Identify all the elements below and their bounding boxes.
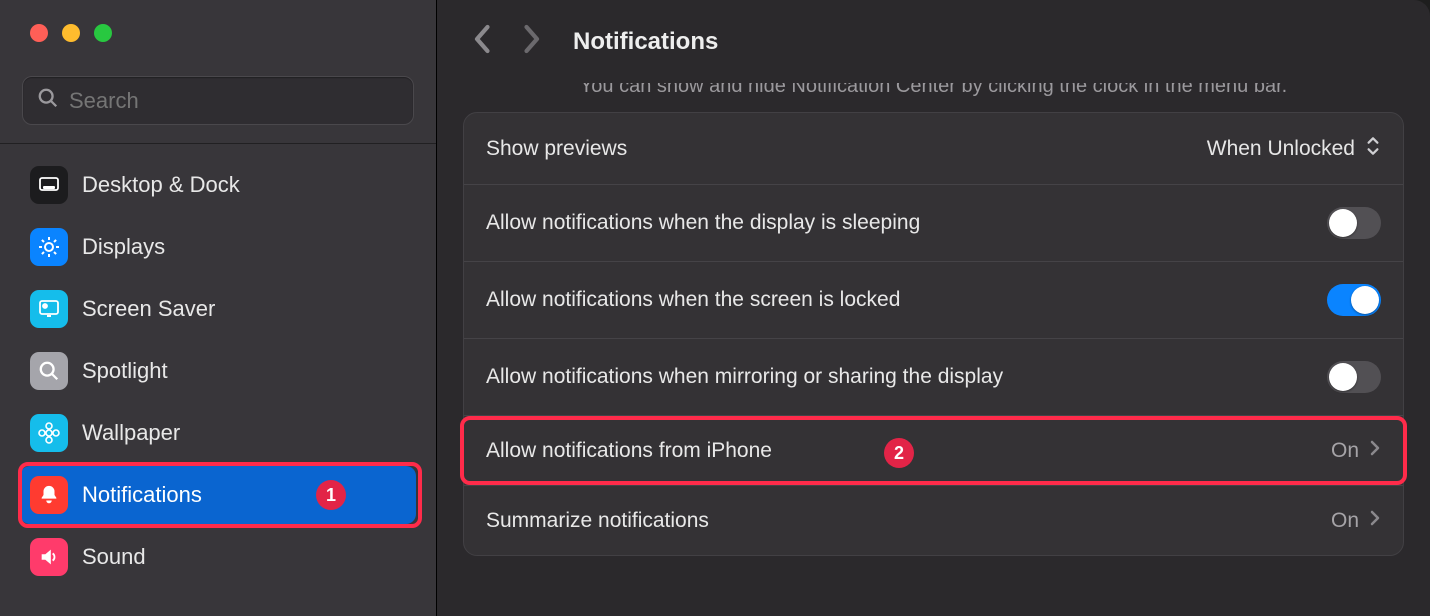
setting-control[interactable]: When Unlocked (1207, 135, 1381, 162)
setting-label: Allow notifications when the screen is l… (486, 288, 900, 312)
sidebar-item-screen-saver[interactable]: Screen Saver (20, 280, 416, 338)
sidebar-list: Desktop & Dock Displays Screen Saver Spo… (0, 144, 436, 598)
sidebar-item-label: Desktop & Dock (82, 172, 240, 198)
setting-label: Show previews (486, 137, 627, 161)
setting-control[interactable]: On (1331, 508, 1381, 533)
toggle-locked[interactable] (1327, 284, 1381, 316)
minimize-window-button[interactable] (62, 24, 80, 42)
sun-icon (30, 228, 68, 266)
nav-forward-button[interactable] (521, 24, 541, 59)
spotlight-icon (30, 352, 68, 390)
sidebar-item-displays[interactable]: Displays (20, 218, 416, 276)
setting-label: Allow notifications when the display is … (486, 211, 920, 235)
annotation-badge-1: 1 (316, 480, 346, 510)
toggle-mirroring[interactable] (1327, 361, 1381, 393)
sidebar-item-wallpaper[interactable]: Wallpaper (20, 404, 416, 462)
flower-icon (30, 414, 68, 452)
setting-show-previews[interactable]: Show previews When Unlocked (464, 113, 1403, 184)
sidebar-divider (0, 143, 436, 144)
setting-label: Summarize notifications (486, 509, 709, 533)
chevron-right-icon (1369, 438, 1381, 463)
notification-center-hint: You can show and hide Notification Cente… (463, 83, 1404, 112)
content: You can show and hide Notification Cente… (437, 83, 1430, 616)
setting-allow-locked[interactable]: Allow notifications when the screen is l… (464, 261, 1403, 338)
search-field[interactable] (22, 76, 414, 125)
screensaver-icon (30, 290, 68, 328)
close-window-button[interactable] (30, 24, 48, 42)
sidebar-item-label: Screen Saver (82, 296, 215, 322)
bell-icon (30, 476, 68, 514)
sidebar-item-label: Displays (82, 234, 165, 260)
sidebar: Desktop & Dock Displays Screen Saver Spo… (0, 0, 437, 616)
window-controls (0, 0, 436, 66)
page-title: Notifications (573, 28, 718, 56)
search-icon (37, 87, 59, 114)
sidebar-item-label: Wallpaper (82, 420, 180, 446)
setting-allow-mirroring[interactable]: Allow notifications when mirroring or sh… (464, 338, 1403, 415)
settings-group: Show previews When Unlocked Allow notifi… (463, 112, 1404, 556)
main-panel: Notifications You can show and hide Noti… (437, 0, 1430, 616)
sidebar-item-label: Spotlight (82, 358, 168, 384)
setting-allow-sleeping[interactable]: Allow notifications when the display is … (464, 184, 1403, 261)
setting-value: When Unlocked (1207, 137, 1355, 161)
sidebar-item-spotlight[interactable]: Spotlight (20, 342, 416, 400)
sidebar-item-desktop-dock[interactable]: Desktop & Dock (20, 156, 416, 214)
zoom-window-button[interactable] (94, 24, 112, 42)
toggle-sleeping[interactable] (1327, 207, 1381, 239)
setting-allow-iphone[interactable]: Allow notifications from iPhone On 2 (464, 415, 1403, 485)
chevron-right-icon (1369, 508, 1381, 533)
setting-label: Allow notifications when mirroring or sh… (486, 365, 1003, 389)
setting-label: Allow notifications from iPhone (486, 439, 772, 463)
setting-value: On (1331, 509, 1359, 533)
sidebar-item-label: Notifications (82, 482, 202, 508)
speaker-icon (30, 538, 68, 576)
setting-value: On (1331, 439, 1359, 463)
toolbar: Notifications (437, 0, 1430, 83)
sidebar-item-notifications[interactable]: Notifications (20, 466, 416, 524)
stepper-icon[interactable] (1365, 135, 1381, 162)
desktop-icon (30, 166, 68, 204)
annotation-badge-2: 2 (884, 438, 914, 468)
sidebar-item-sound[interactable]: Sound (20, 528, 416, 586)
search-input[interactable] (69, 88, 399, 114)
sidebar-item-label: Sound (82, 544, 146, 570)
setting-summarize[interactable]: Summarize notifications On (464, 485, 1403, 555)
nav-back-button[interactable] (473, 24, 493, 59)
setting-control[interactable]: On (1331, 438, 1381, 463)
